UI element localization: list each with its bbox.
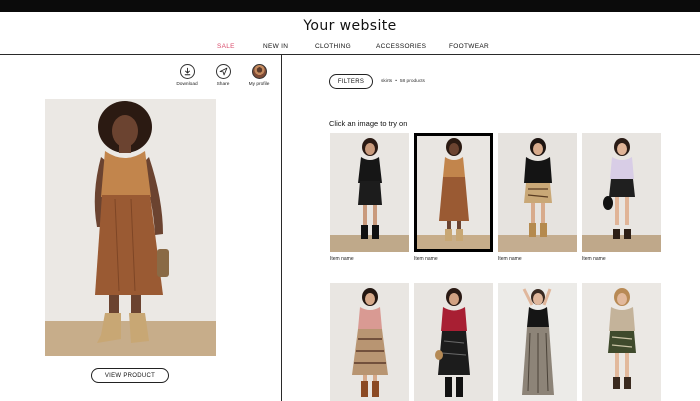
view-product-button[interactable]: VIEW PRODUCT — [91, 368, 169, 383]
top-bar — [0, 0, 700, 12]
nav-item-clothing[interactable]: CLOTHING — [315, 43, 351, 50]
filters-button[interactable]: FILTERS — [329, 74, 373, 89]
breadcrumb-category[interactable]: skirts — [381, 79, 392, 84]
share-label: Share — [216, 82, 230, 87]
profile-button[interactable]: My profile — [241, 64, 277, 87]
product-tile-3-name: Item name — [498, 256, 522, 262]
nav-item-footwear[interactable]: FOOTWEAR — [449, 43, 489, 50]
header-divider — [0, 54, 700, 55]
download-icon — [179, 64, 195, 79]
download-label: Download — [176, 82, 198, 87]
product-tile-4-name: Item name — [582, 256, 606, 262]
product-tile-7[interactable] — [498, 283, 577, 401]
product-tile-6[interactable] — [414, 283, 493, 401]
main-nav: SALE NEW IN CLOTHING ACCESSORIES FOOTWEA… — [0, 43, 700, 53]
avatar — [251, 64, 267, 79]
product-tile-8[interactable] — [582, 283, 661, 401]
product-tile-3[interactable] — [498, 133, 577, 252]
product-count: 58 products — [399, 79, 425, 84]
share-icon — [215, 64, 231, 79]
nav-item-accessories[interactable]: ACCESSORIES — [376, 43, 426, 50]
profile-label: My profile — [248, 82, 270, 87]
product-tile-5[interactable] — [330, 283, 409, 401]
download-button[interactable]: Download — [169, 64, 205, 87]
try-on-heading: Click an image to try on — [329, 119, 408, 128]
product-tile-1-name: Item name — [330, 256, 354, 262]
site-title: Your website — [303, 18, 397, 34]
panel-divider — [281, 55, 282, 401]
product-tile-2[interactable] — [414, 133, 493, 252]
breadcrumb: skirts • 58 products — [381, 79, 425, 84]
nav-item-new-in[interactable]: NEW IN — [263, 43, 288, 50]
model-preview-image — [45, 99, 216, 356]
breadcrumb-separator: • — [395, 79, 397, 84]
product-tile-2-name: Item name — [414, 256, 438, 262]
nav-item-sale[interactable]: SALE — [217, 43, 235, 50]
product-tile-1[interactable] — [330, 133, 409, 252]
share-button[interactable]: Share — [205, 64, 241, 87]
product-tile-4[interactable] — [582, 133, 661, 252]
